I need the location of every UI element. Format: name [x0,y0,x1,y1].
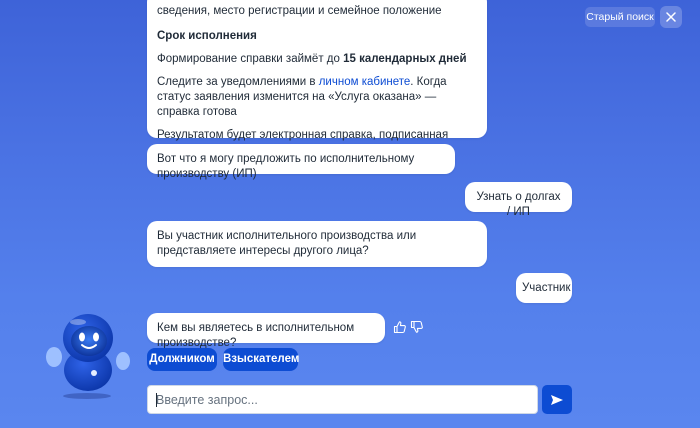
personal-account-link[interactable]: личном кабинете [319,76,411,88]
info-term: Формирование справки займёт до 15 календ… [157,52,475,67]
old-search-button[interactable]: Старый поиск [585,7,655,27]
send-icon [551,394,563,405]
message-input[interactable] [148,386,537,413]
info-heading: Срок исполнения [157,30,257,42]
info-term-bold: 15 календарных дней [343,53,467,65]
info-notify-text: Следите за уведомлениями в [157,76,319,88]
bot-message-ip: Вот что я могу предложить по исполнитель… [147,144,455,180]
bot-message-info: сведения, место регистрации и семейное п… [147,0,487,156]
thumbs-down-icon[interactable] [410,320,424,334]
bot-message-who: Кем вы являетесь в исполнительном произв… [147,313,385,349]
send-button[interactable] [542,385,572,414]
bot-message-role: Вы участник исполнительного производства… [147,221,487,267]
close-icon [666,12,676,22]
robot-assistant-icon [46,314,130,399]
quick-reply-creditor[interactable]: Взыскателем [223,348,299,371]
quick-reply-debtor[interactable]: Должником [147,348,217,371]
user-message-debts: Узнать о долгах / ИП [465,182,572,218]
close-button[interactable] [660,6,682,28]
thumbs-up-icon[interactable] [393,320,407,334]
message-input-wrapper [147,385,538,414]
info-term-text: Формирование справки займёт до [157,53,344,65]
text-caret [156,393,157,407]
info-notify: Следите за уведомлениями в личном кабине… [157,75,475,120]
info-line-top: сведения, место регистрации и семейное п… [157,5,442,17]
user-message-member: Участник [516,273,572,303]
